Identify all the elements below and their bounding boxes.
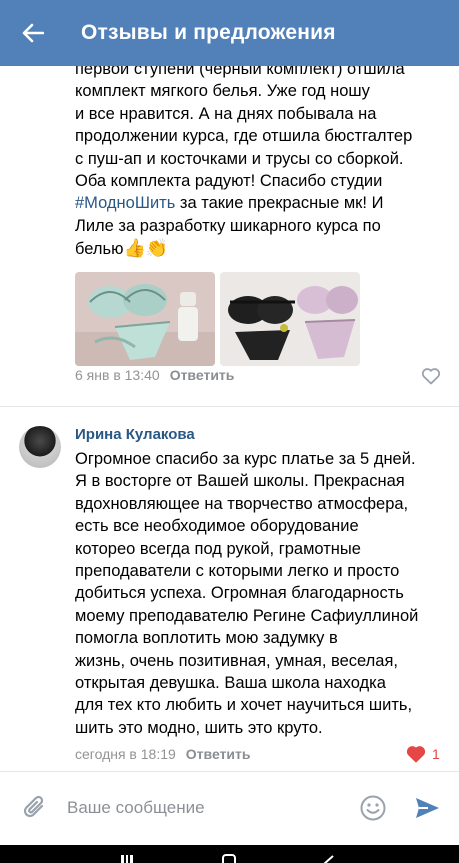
send-button[interactable]	[413, 794, 441, 827]
comment-date: 6 янв в 13:40	[75, 367, 160, 383]
home-button[interactable]	[222, 852, 236, 863]
comment-author[interactable]: Ирина Кулакова	[75, 426, 195, 443]
comments-list: первой ступени (черный комплект) отшила …	[0, 66, 459, 771]
home-icon	[222, 854, 236, 863]
like-button[interactable]: 1	[406, 745, 440, 763]
app-header: Отзывы и предложения	[0, 0, 459, 66]
back-icon	[323, 855, 334, 863]
like-button[interactable]	[421, 367, 441, 385]
reply-button[interactable]: Ответить	[170, 367, 235, 383]
page-title: Отзывы и предложения	[81, 21, 336, 44]
attached-photos	[75, 272, 360, 366]
comment-meta: 6 янв в 13:40 Ответить	[75, 367, 234, 383]
attach-button[interactable]	[22, 794, 48, 827]
system-nav-bar	[0, 845, 459, 863]
smile-icon	[360, 795, 386, 821]
comment-meta: сегодня в 18:19 Ответить	[75, 746, 251, 762]
reply-button[interactable]: Ответить	[186, 746, 251, 762]
photo-lingerie-mint[interactable]	[75, 272, 215, 366]
back-button[interactable]	[18, 18, 48, 48]
heart-icon	[421, 368, 441, 385]
hashtag-link[interactable]: #МодноШить	[75, 194, 175, 212]
comment: первой ступени (черный комплект) отшила …	[0, 66, 459, 385]
comment-text: Огромное спасибо за курс платье за 5 дне…	[75, 450, 419, 737]
recent-apps-icon	[121, 855, 133, 863]
message-input[interactable]: Ваше сообщение	[67, 798, 205, 818]
comment-date: сегодня в 18:19	[75, 746, 176, 762]
emoji-button[interactable]	[359, 794, 387, 827]
arrow-left-icon	[22, 23, 44, 43]
emoji: 👍👏	[123, 238, 169, 259]
paperclip-icon	[23, 795, 44, 818]
like-count: 1	[432, 746, 440, 762]
comment-text: первой ступени (черный комплект) отшила …	[75, 66, 413, 259]
photo-lingerie-black-pink[interactable]	[220, 272, 360, 366]
send-icon	[416, 798, 439, 818]
system-back-button[interactable]	[320, 852, 334, 863]
recent-apps-button[interactable]	[120, 852, 134, 863]
message-composer: Ваше сообщение	[0, 771, 459, 845]
divider	[0, 406, 459, 407]
heart-icon	[406, 746, 426, 763]
